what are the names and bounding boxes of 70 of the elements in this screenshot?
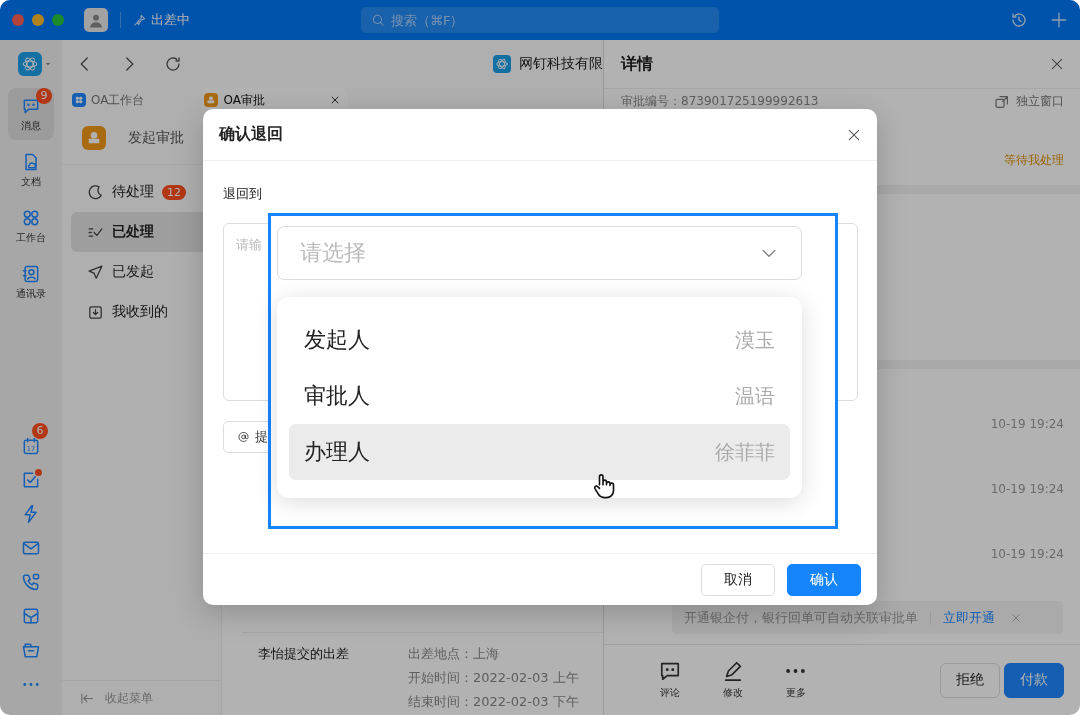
field-text: 开始时间：2022-02-03 上午 bbox=[408, 669, 579, 687]
zoom-window-button[interactable] bbox=[52, 14, 64, 26]
close-icon[interactable] bbox=[1050, 57, 1064, 71]
timestamp: 10-19 19:24 bbox=[990, 417, 1064, 431]
status-label: 等待我处理 bbox=[1004, 152, 1064, 169]
caret-down-icon bbox=[44, 60, 52, 68]
sidebar-item[interactable]: 消息 9 bbox=[8, 88, 54, 140]
nav-item[interactable]: 待处理 12 bbox=[71, 172, 221, 212]
mail-icon[interactable] bbox=[21, 538, 41, 558]
timestamp: 10-19 19:24 bbox=[990, 547, 1064, 561]
confirm-button[interactable]: 确认 bbox=[787, 563, 861, 596]
field-label: 退回到 bbox=[223, 185, 262, 203]
more-icon[interactable] bbox=[23, 682, 39, 686]
popout-icon bbox=[994, 93, 1010, 110]
cancel-button[interactable]: 取消 bbox=[701, 563, 775, 596]
person-name: 漠玉 bbox=[735, 326, 775, 354]
close-icon[interactable] bbox=[847, 127, 861, 142]
atom-icon bbox=[21, 55, 39, 73]
sidebar-item[interactable]: 文档 bbox=[8, 144, 54, 196]
timestamp: 10-19 19:24 bbox=[990, 482, 1064, 496]
close-window-button[interactable] bbox=[12, 14, 24, 26]
stamp-icon bbox=[206, 95, 217, 105]
comment-icon bbox=[658, 660, 681, 682]
history-icon[interactable] bbox=[1010, 11, 1028, 29]
refresh-icon[interactable] bbox=[164, 55, 182, 73]
at-sign-icon bbox=[238, 430, 249, 444]
list-item-title[interactable]: 李怡提交的出差 bbox=[258, 645, 408, 711]
count-badge: 12 bbox=[162, 184, 186, 200]
checked-task-icon[interactable] bbox=[21, 470, 41, 490]
action-button[interactable]: 更多 bbox=[764, 660, 827, 700]
tab[interactable]: OA工作台 bbox=[70, 88, 153, 112]
phone-icon[interactable] bbox=[21, 572, 41, 592]
sidebar-item[interactable]: 通讯录 bbox=[8, 256, 54, 308]
four-petal-icon bbox=[74, 95, 84, 105]
unread-badge: 9 bbox=[36, 88, 52, 104]
person-name: 温语 bbox=[735, 382, 775, 410]
dropdown-option[interactable]: 发起人 漠玉 bbox=[289, 312, 790, 368]
contact-card-icon bbox=[21, 263, 41, 284]
serial-number: 审批编号：873901725199992613 bbox=[621, 93, 819, 110]
field-text: 结束时间：2022-02-03 下午 bbox=[408, 693, 579, 711]
box-icon[interactable] bbox=[21, 606, 41, 626]
close-icon[interactable] bbox=[330, 95, 341, 105]
action-button[interactable]: 评论 bbox=[638, 660, 701, 700]
count-badge: 6 bbox=[32, 423, 48, 439]
avatar[interactable] bbox=[84, 8, 108, 32]
field-text: 出差地点：上海 bbox=[408, 645, 500, 663]
person-name: 徐菲菲 bbox=[715, 438, 775, 466]
option-name: 发起人 bbox=[304, 326, 370, 354]
nav-item[interactable]: 已发起 bbox=[71, 252, 221, 292]
dialog-title: 确认退回 bbox=[219, 124, 283, 145]
minimize-window-button[interactable] bbox=[32, 14, 44, 26]
option-name: 审批人 bbox=[304, 382, 370, 410]
more-icon bbox=[786, 669, 805, 673]
dropdown-option[interactable]: 审批人 温语 bbox=[289, 368, 790, 424]
dropdown-option[interactable]: 办理人 徐菲菲 bbox=[289, 424, 790, 480]
option-name: 办理人 bbox=[304, 438, 370, 466]
action-button[interactable]: 拒绝 bbox=[940, 662, 1000, 698]
plus-icon[interactable] bbox=[1050, 11, 1068, 29]
folder-icon[interactable] bbox=[21, 640, 41, 660]
send-icon bbox=[87, 263, 104, 281]
nav-item[interactable]: 我收到的 bbox=[71, 292, 221, 332]
start-approval-link[interactable]: 发起审批 bbox=[128, 129, 184, 147]
sidebar-item[interactable]: 工作台 bbox=[8, 200, 54, 252]
action-button[interactable]: 修改 bbox=[701, 660, 764, 700]
company-name[interactable]: 网钉科技有限 bbox=[519, 55, 603, 73]
status-text[interactable]: 出差中 bbox=[151, 11, 190, 29]
open-window-link[interactable]: 独立窗口 bbox=[994, 93, 1064, 110]
panel-title: 详情 bbox=[621, 53, 653, 75]
inbox-icon bbox=[87, 303, 104, 321]
app-logo[interactable] bbox=[18, 52, 42, 76]
